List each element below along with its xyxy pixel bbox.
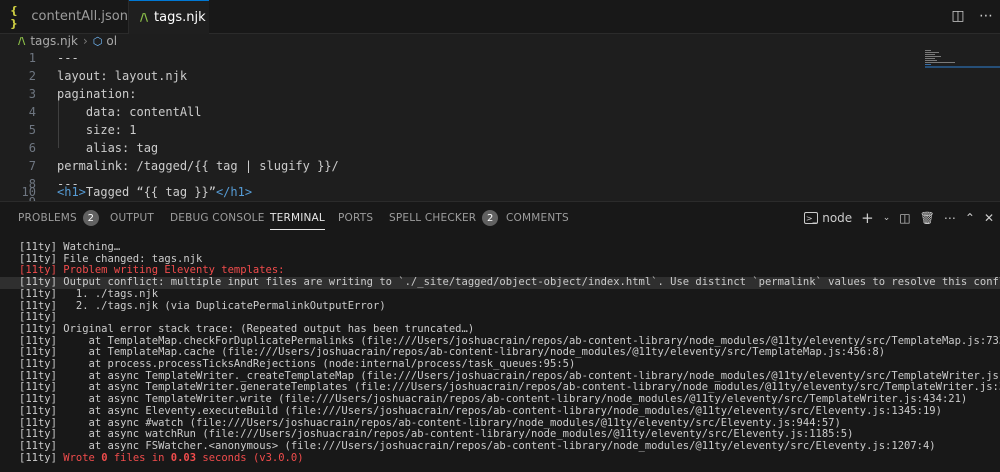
- line-number: 4: [28, 105, 36, 119]
- line-number: 10: [21, 185, 36, 199]
- final-text: files in: [107, 451, 171, 464]
- split-terminal-icon[interactable]: ◫: [899, 211, 910, 225]
- line-number: 2: [28, 69, 36, 83]
- terminal-line-final: [11ty] Wrote 0 files in 0.03 seconds (v3…: [0, 451, 1000, 465]
- tab-tags-njk[interactable]: /\ tags.njk: [129, 0, 209, 34]
- terminal-line: [11ty] Watching…: [19, 241, 121, 253]
- nunjucks-file-icon: /\: [140, 11, 149, 24]
- html-close-tag: </h1>: [215, 185, 253, 199]
- panel-actions: >_ node + ⌄ ◫ 🗑 ⋯ ⌃ ✕: [804, 209, 994, 227]
- maximize-panel-icon[interactable]: ⌃: [965, 211, 975, 225]
- bottom-panel: PROBLEMS 2 OUTPUT DEBUG CONSOLE TERMINAL …: [0, 201, 1000, 472]
- log-prefix: [11ty]: [19, 451, 64, 464]
- terminal-line: [11ty] 2. ./tags.njk (via DuplicatePerma…: [19, 299, 386, 312]
- new-terminal-icon[interactable]: +: [861, 209, 874, 227]
- close-panel-icon[interactable]: ✕: [984, 211, 994, 225]
- tab-label: OUTPUT: [110, 212, 154, 224]
- code-line: 4 data: contentAll: [0, 103, 920, 121]
- symbol-element-icon: ⬡: [92, 34, 103, 48]
- shell-name: node: [822, 211, 853, 225]
- final-text: Wrote: [63, 451, 102, 464]
- code-text: permalink: /tagged/{{ tag | slugify }}/: [57, 159, 339, 173]
- editor-tab-bar: { } contentAll.json /\ tags.njk ◫ ⋯: [0, 0, 1000, 34]
- minimap[interactable]: [925, 49, 1000, 109]
- breadcrumb: /\ tags.njk › ⬡ ol: [0, 33, 1000, 49]
- tab-label: PORTS: [338, 212, 374, 224]
- code-line: 1 ---: [0, 49, 920, 67]
- code-text: size: 1: [57, 123, 137, 137]
- more-actions-icon[interactable]: ⋯: [978, 6, 994, 26]
- html-text: Tagged “{{ tag }}”: [85, 185, 216, 199]
- line-number: 7: [28, 159, 36, 173]
- tab-label: PROBLEMS: [18, 212, 77, 224]
- tab-label: DEBUG CONSOLE: [170, 212, 265, 224]
- tab-label: SPELL CHECKER: [389, 212, 477, 224]
- tab-contentall-json[interactable]: { } contentAll.json: [0, 0, 129, 33]
- code-line: 2 layout: layout.njk: [0, 67, 920, 85]
- code-text: ---: [57, 51, 79, 65]
- tab-label: TERMINAL: [270, 212, 325, 224]
- trash-icon[interactable]: 🗑: [920, 211, 935, 225]
- code-line: 5 size: 1: [0, 121, 920, 139]
- tab-terminal[interactable]: TERMINAL: [270, 202, 325, 234]
- code-line: 7 permalink: /tagged/{{ tag | slugify }}/: [0, 157, 920, 175]
- line-number: 3: [28, 87, 36, 101]
- breadcrumb-file[interactable]: tags.njk: [30, 34, 78, 48]
- terminal-line: [11ty] 1. ./tags.njk: [19, 287, 159, 300]
- final-text: seconds (v3.0.0): [196, 451, 304, 464]
- code-text: pagination:: [57, 87, 137, 101]
- html-open-tag: <h1>: [57, 185, 86, 199]
- tab-ports[interactable]: PORTS: [338, 202, 373, 234]
- chevron-right-icon: ›: [82, 34, 88, 48]
- terminal-line: [11ty] at process.processTicksAndRejecti…: [19, 358, 576, 370]
- chevron-down-icon[interactable]: ⌄: [883, 213, 891, 223]
- problems-count-badge: 2: [82, 210, 99, 226]
- tab-label: COMMENTS: [506, 212, 569, 224]
- code-line: 6 alias: tag: [0, 139, 920, 157]
- line-number: 1: [28, 51, 36, 65]
- code-text: layout: layout.njk: [57, 69, 188, 83]
- tab-problems[interactable]: PROBLEMS 2: [18, 202, 99, 234]
- line-number: 5: [28, 123, 36, 137]
- line-number: 6: [28, 141, 36, 155]
- code-line: 10 <h1>Tagged “{{ tag }}”</h1>: [0, 183, 920, 201]
- terminal-line: [11ty] Original error stack trace: (Repe…: [19, 322, 475, 335]
- spell-checker-count-badge: 2: [482, 210, 499, 226]
- terminal-icon: >_: [804, 212, 819, 224]
- tab-debug-console[interactable]: DEBUG CONSOLE: [170, 202, 265, 234]
- terminal-shell-selector[interactable]: >_ node: [804, 211, 852, 225]
- code-text: alias: tag: [57, 141, 159, 155]
- breadcrumb-symbol[interactable]: ol: [106, 34, 117, 48]
- seconds-value: 0.03: [170, 451, 197, 464]
- code-editor-last-line: 10 <h1>Tagged “{{ tag }}”</h1>: [0, 184, 1000, 201]
- code-line: 3 pagination:: [0, 85, 920, 103]
- terminal-line: [11ty] at async Eleventy.executeBuild (f…: [19, 404, 942, 417]
- nunjucks-file-icon: /\: [18, 35, 26, 47]
- tab-spell-checker[interactable]: SPELL CHECKER 2: [389, 202, 499, 234]
- code-editor[interactable]: 1 --- 2 layout: layout.njk 3 pagination: 4 …: [0, 49, 1000, 209]
- tab-label: tags.njk: [154, 10, 206, 25]
- json-file-icon: { }: [10, 3, 18, 30]
- code-text: data: contentAll: [57, 105, 202, 119]
- split-editor-icon[interactable]: ◫: [950, 6, 966, 26]
- tab-comments[interactable]: COMMENTS: [506, 202, 569, 234]
- code-text: <h1>Tagged “{{ tag }}”</h1>: [57, 183, 252, 201]
- more-actions-icon[interactable]: ⋯: [944, 211, 956, 225]
- tab-label: contentAll.json: [31, 9, 128, 24]
- tab-output[interactable]: OUTPUT: [110, 202, 154, 234]
